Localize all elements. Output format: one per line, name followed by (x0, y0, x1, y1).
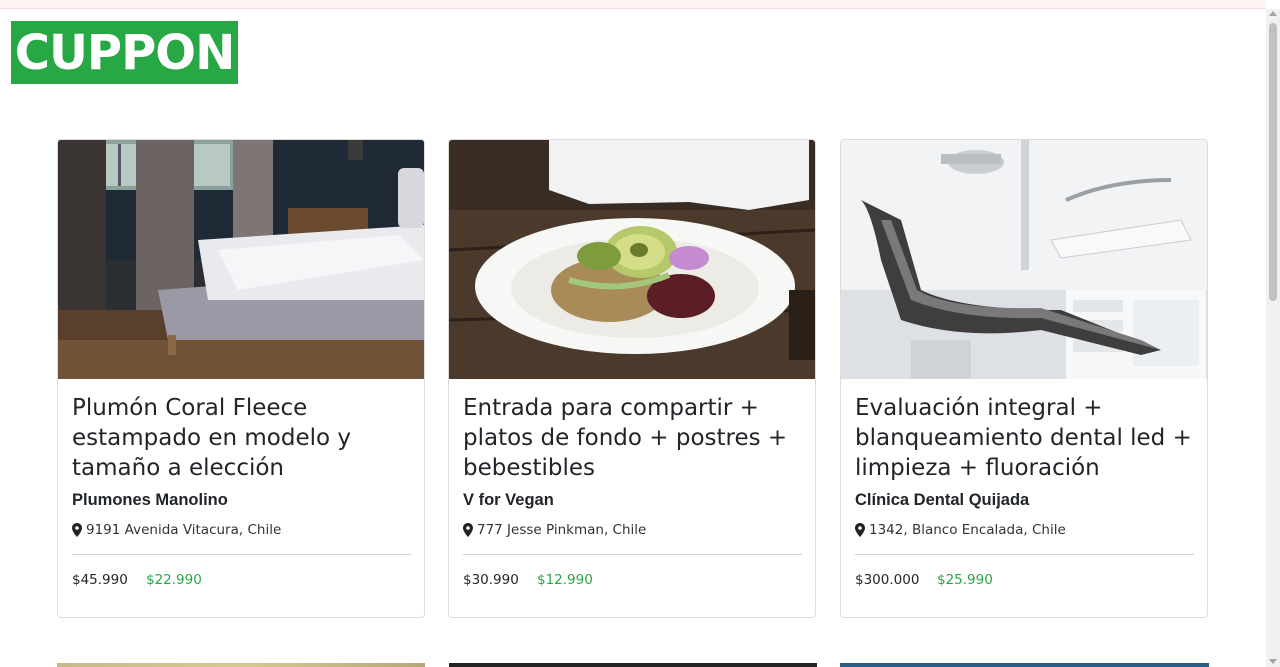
card-divider (72, 554, 411, 555)
browser-top-strip (0, 0, 1266, 9)
deal-card[interactable]: Entrada para compartir + platos de fondo… (448, 139, 816, 618)
deal-title[interactable]: Plumón Coral Fleece estampado en modelo … (72, 393, 412, 483)
next-card-edge[interactable] (840, 663, 1209, 667)
scroll-up-arrow-icon[interactable] (1269, 11, 1277, 16)
card-divider (855, 554, 1194, 555)
price-discount: $25.990 (937, 572, 993, 588)
deal-company: Clínica Dental Quijada (855, 491, 1030, 509)
location-pin-icon (463, 523, 473, 537)
deal-company: Plumones Manolino (72, 491, 228, 509)
scroll-thumb[interactable] (1269, 23, 1277, 301)
address-text: 777 Jesse Pinkman, Chile (477, 522, 647, 538)
price-discount: $22.990 (146, 572, 202, 588)
next-card-edge[interactable] (449, 663, 817, 667)
card-divider (463, 554, 802, 555)
price-original: $45.990 (72, 572, 128, 588)
price-original: $300.000 (855, 572, 920, 588)
vegan-salad-plate-photo[interactable] (449, 140, 815, 379)
deal-address: 1342, Blanco Encalada, Chile (855, 522, 1066, 538)
price-original: $30.990 (463, 572, 519, 588)
price-discount: $12.990 (537, 572, 593, 588)
bedroom-bed-photo[interactable] (58, 140, 424, 379)
deal-title[interactable]: Evaluación integral + blanqueamiento den… (855, 393, 1195, 483)
location-pin-icon (855, 523, 865, 537)
deal-address: 777 Jesse Pinkman, Chile (463, 522, 646, 538)
deal-card[interactable]: Plumón Coral Fleece estampado en modelo … (57, 139, 425, 618)
dental-chair-photo[interactable] (841, 140, 1207, 379)
brand-logo[interactable]: CUPPON (11, 21, 238, 84)
scroll-down-arrow-icon[interactable] (1269, 659, 1277, 664)
deal-address: 9191 Avenida Vitacura, Chile (72, 522, 281, 538)
address-text: 9191 Avenida Vitacura, Chile (86, 522, 282, 538)
deal-company: V for Vegan (463, 491, 554, 509)
address-text: 1342, Blanco Encalada, Chile (869, 522, 1066, 538)
deal-card[interactable]: Evaluación integral + blanqueamiento den… (840, 139, 1208, 618)
deals-grid: Plumón Coral Fleece estampado en modelo … (57, 139, 1210, 619)
next-card-edge[interactable] (57, 663, 425, 667)
location-pin-icon (72, 523, 82, 537)
deal-title[interactable]: Entrada para compartir + platos de fondo… (463, 393, 803, 483)
vertical-scrollbar[interactable] (1266, 9, 1280, 667)
